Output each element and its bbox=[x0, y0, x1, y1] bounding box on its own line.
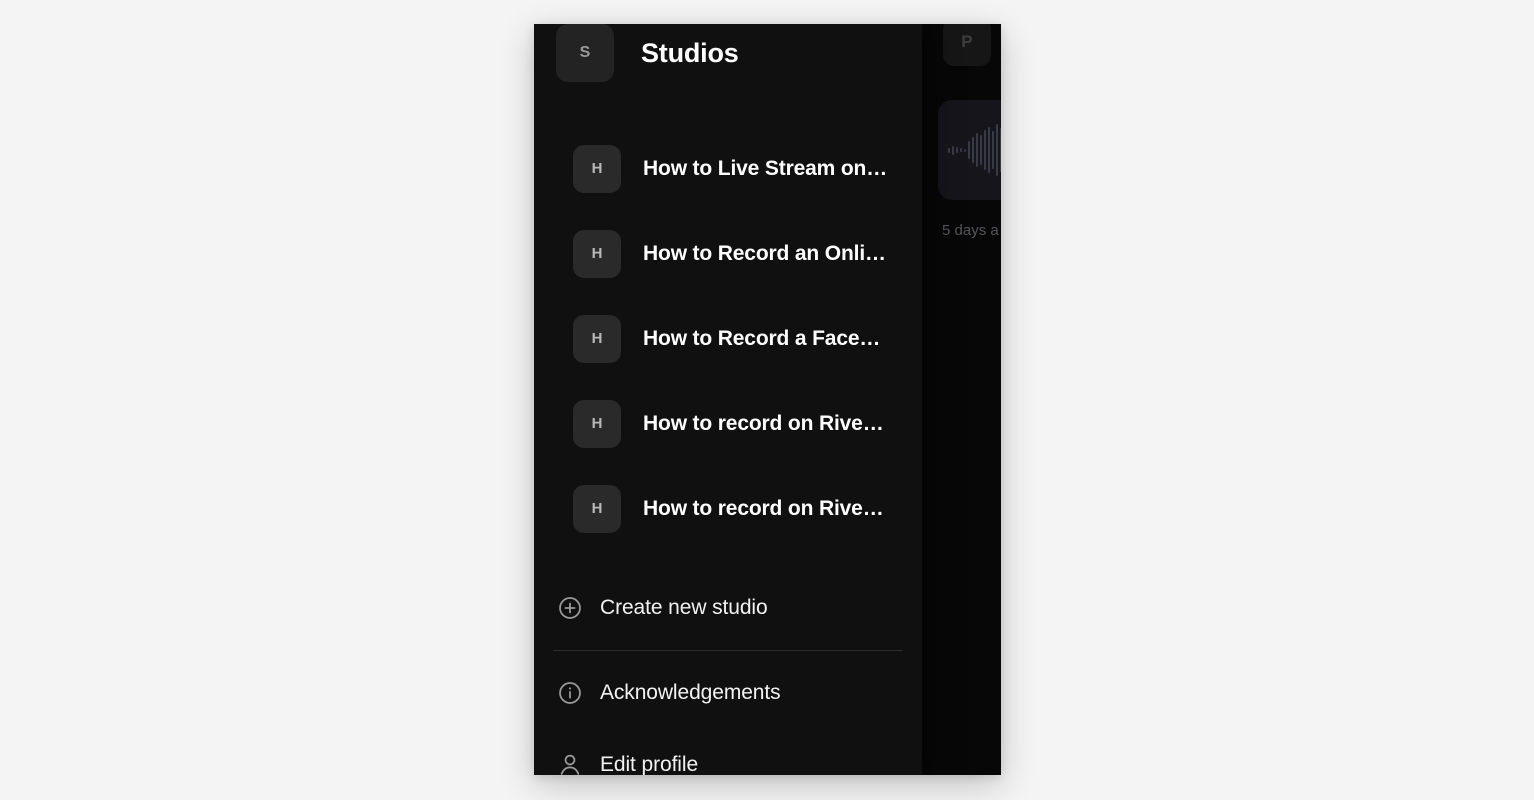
studios-menu-footer: Create new studio Acknowledgements Edit … bbox=[534, 572, 922, 775]
studio-list-item[interactable]: H How to record on Rive… bbox=[534, 466, 922, 551]
workspace-avatar-initial: S bbox=[579, 44, 591, 61]
studio-list-item-label: How to Record an Onli… bbox=[643, 241, 886, 265]
background-avatar-initial: P bbox=[961, 32, 973, 51]
page-title: Studios bbox=[641, 37, 739, 68]
background-avatar[interactable]: P bbox=[943, 24, 991, 66]
studio-avatar: H bbox=[573, 314, 621, 363]
background-thumbnail-caption: 5 days a bbox=[942, 222, 999, 239]
person-icon bbox=[554, 749, 586, 775]
workspace-avatar[interactable]: S bbox=[556, 24, 614, 82]
studios-list: H How to Live Stream on… H How to Record an… bbox=[534, 126, 922, 551]
studio-list-item-label: How to record on Rive… bbox=[643, 496, 884, 520]
studio-avatar-initial: H bbox=[591, 245, 603, 262]
studio-avatar-initial: H bbox=[591, 415, 603, 432]
plus-circle-icon bbox=[554, 592, 586, 624]
audio-waveform-icon bbox=[938, 100, 1001, 200]
edit-profile-button[interactable]: Edit profile bbox=[534, 729, 922, 775]
studio-avatar-initial: H bbox=[591, 160, 603, 177]
studio-list-item-label: How to record on Rive… bbox=[643, 411, 884, 435]
create-new-studio-label: Create new studio bbox=[600, 596, 768, 619]
acknowledgements-button[interactable]: Acknowledgements bbox=[534, 657, 922, 729]
info-circle-icon bbox=[554, 677, 586, 709]
studio-avatar-initial: H bbox=[591, 500, 603, 517]
studio-list-item[interactable]: H How to Record an Onli… bbox=[534, 211, 922, 296]
studios-menu-panel: S Studios H How to Live Stream on… H How to… bbox=[534, 24, 922, 775]
studio-list-item-label: How to Record a Face… bbox=[643, 326, 881, 350]
studio-avatar: H bbox=[573, 399, 621, 448]
studio-avatar: H bbox=[573, 144, 621, 193]
studio-list-item-label: How to Live Stream on… bbox=[643, 156, 888, 180]
studio-avatar-initial: H bbox=[591, 330, 603, 347]
studio-list-item[interactable]: H How to record on Rive… bbox=[534, 381, 922, 466]
create-new-studio-button[interactable]: Create new studio bbox=[534, 572, 922, 644]
studio-avatar: H bbox=[573, 229, 621, 278]
studio-avatar: H bbox=[573, 484, 621, 533]
app-window: P 5 days a S Studios H How to Live Stream… bbox=[534, 24, 1001, 775]
studio-list-item[interactable]: H How to Live Stream on… bbox=[534, 126, 922, 211]
edit-profile-label: Edit profile bbox=[600, 753, 699, 775]
studios-menu-header[interactable]: S Studios bbox=[534, 24, 922, 86]
studio-list-item[interactable]: H How to Record a Face… bbox=[534, 296, 922, 381]
acknowledgements-label: Acknowledgements bbox=[600, 681, 781, 704]
menu-divider bbox=[553, 650, 902, 651]
page-root: P 5 days a S Studios H How to Live Stream… bbox=[0, 0, 1534, 800]
background-recording-thumbnail[interactable] bbox=[938, 100, 1001, 200]
